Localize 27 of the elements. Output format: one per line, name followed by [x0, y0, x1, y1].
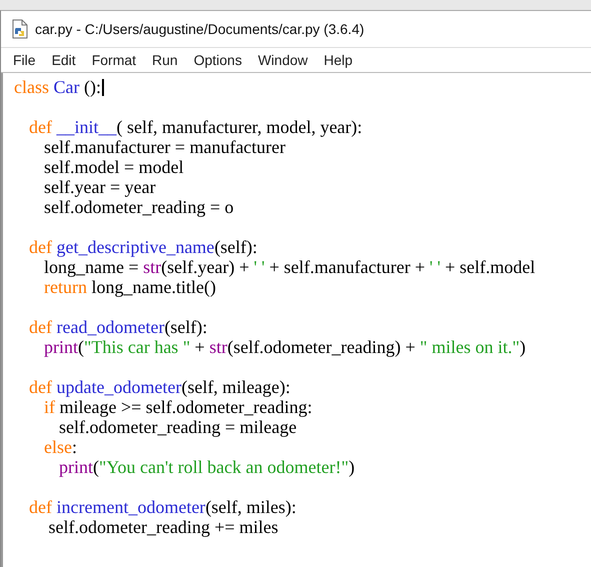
code-line: self.model = model	[44, 157, 184, 177]
code-line: self.odometer_reading += miles	[48, 517, 278, 537]
code-line: print("You can't roll back an odometer!")	[59, 457, 355, 477]
code-line: def get_descriptive_name(self):	[29, 237, 258, 257]
code-line: self.odometer_reading = mileage	[59, 417, 297, 437]
code-line: self.year = year	[44, 177, 156, 197]
code-line: def increment_odometer(self, miles):	[29, 497, 296, 517]
menu-item[interactable]: Help	[316, 52, 361, 68]
code-line: if mileage >= self.odometer_reading:	[44, 397, 312, 417]
code-line: return long_name.title()	[44, 277, 216, 297]
python-file-icon	[11, 19, 29, 39]
code-line: def __init__( self, manufacturer, model, year):	[29, 117, 362, 137]
menu-item[interactable]: Run	[144, 52, 186, 68]
menu-item[interactable]: Edit	[44, 52, 84, 68]
menu-item[interactable]: Format	[84, 52, 144, 68]
code-line: self.odometer_reading = o	[44, 197, 234, 217]
menu-item[interactable]: File	[5, 52, 44, 68]
menu-item[interactable]: Window	[250, 52, 316, 68]
code-line: else:	[44, 437, 77, 457]
code-line: class Car ():	[14, 77, 104, 97]
code-line: def read_odometer(self):	[29, 317, 208, 337]
code-line: def update_odometer(self, mileage):	[29, 377, 290, 397]
code-line: self.manufacturer = manufacturer	[44, 137, 286, 157]
code-line: print("This car has " + str(self.odometer_reading) + " miles on it.")	[44, 337, 526, 357]
window-title: car.py - C:/Users/augustine/Documents/car.py (3.6.4)	[35, 21, 364, 37]
code-line: long_name = str(self.year) + ' ' + self.manufacturer + ' ' + self.model	[44, 257, 536, 277]
menu-item[interactable]: Options	[186, 52, 250, 68]
